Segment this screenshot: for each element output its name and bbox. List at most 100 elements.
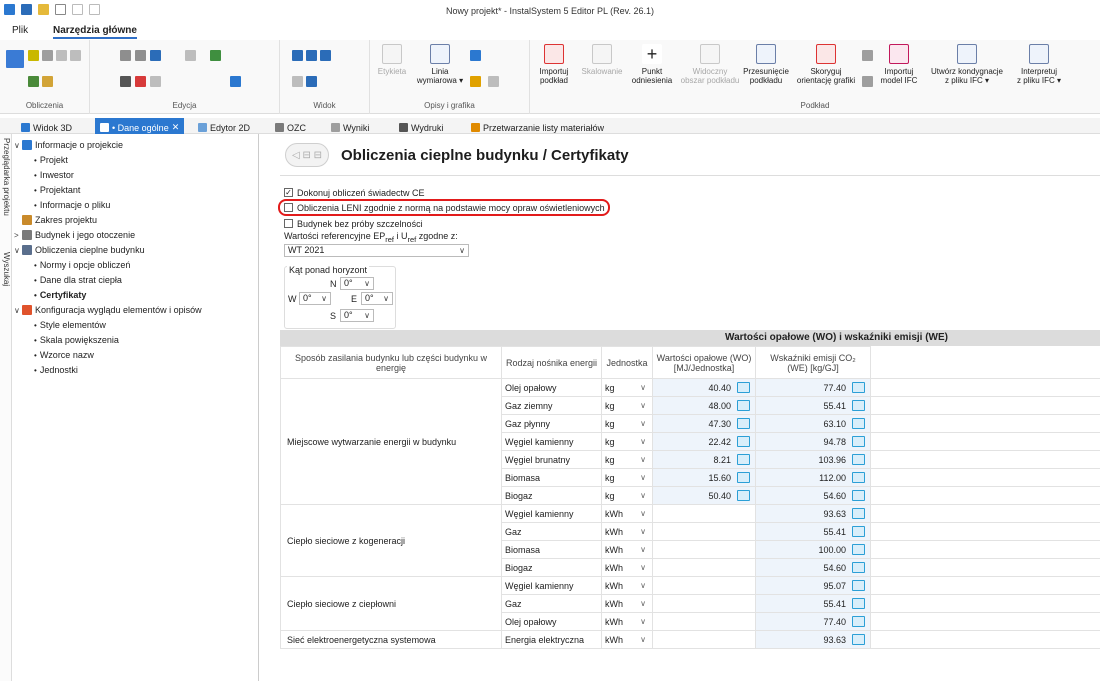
emission-factor-cell[interactable]: 77.40 [755,378,871,397]
back-button[interactable]: ◁ ⊟ ⊟ [285,143,329,167]
project-browser-tab[interactable]: Przeglądarka projektu [1,138,11,216]
airtightness-checkbox[interactable]: Budynek bez próby szczelności [284,218,423,229]
tab-printouts[interactable]: Wydruki [394,118,448,134]
replace-icon[interactable] [150,76,161,87]
tree-node[interactable]: • Style elementów [34,318,106,332]
delete-icon[interactable] [135,76,146,87]
emission-factor-cell[interactable]: 63.10 [755,414,871,433]
tree-node[interactable]: • Dane dla strat ciepła [34,273,122,287]
unit-select[interactable]: kWh ∨ [601,558,653,577]
calculator-icon[interactable] [852,598,865,609]
emission-factor-cell[interactable]: 77.40 [755,612,871,631]
search-panel-tab[interactable]: Wyszukaj [1,252,11,286]
tree-node[interactable]: > Budynek i jego otoczenie [14,228,135,242]
calculator-icon[interactable] [852,562,865,573]
north-angle-select[interactable]: 0° ∨ [340,277,374,290]
calorific-value-cell[interactable]: 48.00 [652,396,756,415]
calculator-icon[interactable] [852,418,865,429]
tree-node[interactable]: Zakres projektu [14,213,97,227]
calculator-icon[interactable] [852,634,865,645]
emission-factor-cell[interactable]: 112.00 [755,468,871,487]
dimension-line-button[interactable]: Linia wymiarowa ▾ [414,40,466,85]
text-icon[interactable] [230,76,241,87]
ce-certificates-checkbox[interactable]: ✓ Dokonuj obliczeń świadectw CE [284,187,425,198]
calculator-icon[interactable] [852,472,865,483]
diameter-icon[interactable] [42,50,53,61]
unit-select[interactable]: kg ∨ [601,468,653,487]
zoom-fit-icon[interactable] [320,50,331,61]
calorific-value-cell[interactable]: 8.21 [652,450,756,469]
paste-icon[interactable] [150,50,161,61]
unit-select[interactable]: kWh ∨ [601,504,653,523]
unit-select[interactable]: kg ∨ [601,432,653,451]
calorific-value-cell[interactable]: 47.30 [652,414,756,433]
calculator-icon[interactable] [737,472,750,483]
east-angle-select[interactable]: 0° ∨ [361,292,393,305]
calculator-icon[interactable] [852,490,865,501]
chevron-down-icon[interactable]: ∨ [14,306,22,315]
west-angle-select[interactable]: 0° ∨ [299,292,331,305]
unit-select[interactable]: kWh ∨ [601,576,653,595]
tree-node[interactable]: • Certyfikaty [34,288,86,302]
menu-home[interactable]: Narzędzia główne [53,25,137,39]
unit-select[interactable]: kWh ∨ [601,612,653,631]
tab-material-list[interactable]: Przetwarzanie listy materiałów [466,118,609,134]
table-icon[interactable] [42,76,53,87]
tree-node[interactable]: • Informacje o pliku [34,198,110,212]
calculator-icon[interactable] [852,580,865,591]
copy2-icon[interactable] [135,50,146,61]
emission-factor-cell[interactable]: 100.00 [755,540,871,559]
copy-icon[interactable] [120,50,131,61]
tab-results[interactable]: Wyniki [326,118,374,134]
tree-node[interactable]: • Wzorce nazw [34,348,94,362]
unit-select[interactable]: kg ∨ [601,450,653,469]
interpret-ifc-button[interactable]: Interpretuj z pliku IFC ▾ [1010,40,1068,85]
unit-select[interactable]: kWh ∨ [601,630,653,649]
emission-factor-cell[interactable]: 93.63 [755,504,871,523]
chevron-right-icon[interactable]: > [14,231,22,240]
background2-icon[interactable] [862,76,873,87]
unit-select[interactable]: kWh ∨ [601,522,653,541]
calorific-value-cell[interactable]: 15.60 [652,468,756,487]
calorific-value-cell[interactable]: 22.42 [652,432,756,451]
table-desc-icon[interactable] [488,76,499,87]
tree-node[interactable]: ∨ Obliczenia cieplne budynku [14,243,145,257]
emission-factor-cell[interactable]: 55.41 [755,522,871,541]
calculator-icon[interactable] [852,436,865,447]
calculator-icon[interactable] [852,382,865,393]
emission-factor-cell[interactable]: 94.78 [755,432,871,451]
reference-standard-select[interactable]: WT 2021 ∨ [284,244,469,257]
calculator-icon[interactable] [852,508,865,519]
text-style-icon[interactable] [470,50,481,61]
chevron-down-icon[interactable]: ∨ [14,246,22,255]
calculator-icon[interactable] [852,526,865,537]
unit-select[interactable]: kWh ∨ [601,540,653,559]
tab-ozc[interactable]: OZC [270,118,311,134]
import-ifc-button[interactable]: Importuj model IFC [876,40,922,85]
unit-select[interactable]: kg ∨ [601,486,653,505]
create-storeys-button[interactable]: Utwórz kondygnacje z pliku IFC ▾ [926,40,1008,85]
zoom-in-icon[interactable] [292,50,303,61]
tree-node[interactable]: ∨ Konfiguracja wyglądu elementów i opisów [14,303,202,317]
visible-area-button[interactable]: Widoczny obszar podkładu [680,40,740,85]
move-icon[interactable] [185,50,196,61]
tab-3d-view[interactable]: Widok 3D [16,118,77,134]
south-angle-select[interactable]: 0° ∨ [340,309,374,322]
unit-select[interactable]: kWh ∨ [601,594,653,613]
tab-general-data[interactable]: • Dane ogólne ✕ [95,118,185,134]
background-icon[interactable] [862,50,873,61]
emission-factor-cell[interactable]: 55.41 [755,396,871,415]
emission-factor-cell[interactable]: 54.60 [755,486,871,505]
tree-node[interactable]: ∨ Informacje o projekcie [14,138,123,152]
tag-icon[interactable] [470,76,481,87]
unit-select[interactable]: kg ∨ [601,414,653,433]
menu-file[interactable]: Plik [12,25,28,36]
calc-grid-icon[interactable] [6,50,24,68]
calorific-value-cell[interactable]: 40.40 [652,378,756,397]
reference-point-button[interactable]: + Punkt odniesienia [628,40,676,85]
zoom-window-icon[interactable] [292,76,303,87]
calculator-icon[interactable] [852,616,865,627]
calculator-icon[interactable] [852,400,865,411]
calculator-icon[interactable] [852,454,865,465]
tree-node[interactable]: • Skala powiększenia [34,333,119,347]
